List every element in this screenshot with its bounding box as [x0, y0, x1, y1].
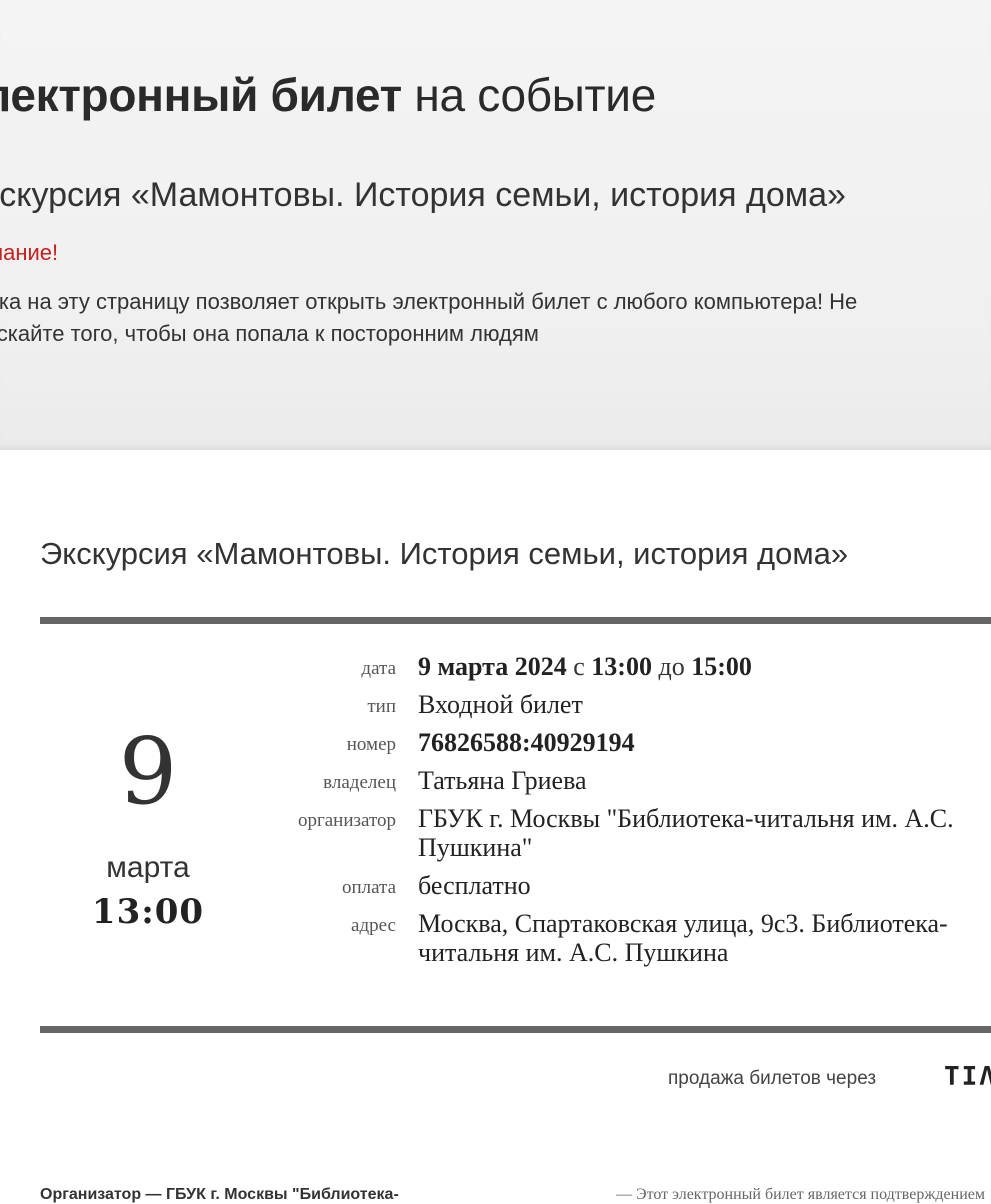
date-value: 9 марта 2024 с 13:00 до 15:00	[418, 652, 991, 681]
organizer-label: организатор	[297, 810, 396, 831]
ticket-event-title: Экскурсия «Мамонтовы. История семьи, ист…	[40, 536, 849, 571]
type-label: тип	[367, 696, 396, 717]
address-label: адрес	[351, 915, 396, 936]
date-value-to: до	[658, 652, 685, 681]
organizer-value: ГБУК г. Москвы "Библиотека-читальня им. …	[418, 804, 991, 862]
warning-text-line-2: ускайте того, чтобы она попала к посторо…	[0, 321, 539, 346]
sales-caption: продажа билетов через	[668, 1068, 877, 1089]
date-value-date: 9 марта 2024	[418, 652, 567, 681]
ticket-time: 13:00	[91, 892, 205, 932]
detail-row-date: дата 9 марта 2024 с 13:00 до 15:00	[260, 652, 991, 681]
ticket-day: 9	[118, 718, 178, 825]
date-value-end: 15:00	[691, 652, 752, 681]
ticketing-logo-link[interactable]: ΤΙΛ	[944, 1062, 991, 1092]
warning-text-line-1: лка на эту страницу позволяет открыть эл…	[0, 289, 858, 314]
address-value: Москва, Спартаковская улица, 9с3. Библио…	[418, 909, 991, 967]
ticket-details: дата 9 марта 2024 с 13:00 до 15:00 тип В…	[260, 652, 991, 976]
date-value-from: с	[573, 652, 585, 681]
detail-row-owner: владелец Татьяна Гриева	[260, 766, 991, 795]
date-value-start: 13:00	[591, 652, 652, 681]
ticket-top-divider	[40, 617, 991, 624]
hero-section: лектронный билет на событие кскурсия «Ма…	[0, 0, 991, 450]
page-title-bold: лектронный билет	[0, 69, 402, 121]
ticket-bottom-divider	[40, 1026, 991, 1033]
payment-value: бесплатно	[418, 871, 531, 900]
page-title-rest: на событие	[414, 69, 656, 121]
warning-text: лка на эту страницу позволяет открыть эл…	[0, 286, 991, 350]
detail-row-payment: оплата бесплатно	[260, 871, 991, 900]
hero-event-name: кскурсия «Мамонтовы. История семьи, исто…	[0, 176, 846, 214]
detail-row-address: адрес Москва, Спартаковская улица, 9с3. …	[260, 909, 991, 967]
date-label: дата	[361, 658, 396, 679]
detail-row-number: номер 76826588:40929194	[260, 728, 991, 757]
address-line-1: Москва, Спартаковская улица, 9с3. Библио…	[418, 909, 948, 938]
ticket-number: 76826588:40929194	[418, 728, 635, 757]
address-line-2: читальня им. А.С. Пушкина	[418, 938, 729, 967]
owner-value: Татьяна Гриева	[418, 766, 587, 795]
warning-heading: мание!	[0, 240, 59, 265]
organizer-line-1: ГБУК г. Москвы "Библиотека-читальня им. …	[418, 804, 954, 833]
organizer-line-2: Пушкина"	[418, 833, 533, 862]
footer-organizer-text: Организатор — ГБУК г. Москвы "Библиотека…	[40, 1186, 399, 1203]
number-value: 76826588:40929194	[418, 728, 991, 757]
footer-disclaimer-text: — Этот электронный билет является подтве…	[616, 1186, 985, 1203]
detail-row-type: тип Входной билет	[260, 690, 991, 719]
type-value: Входной билет	[418, 690, 583, 719]
payment-label: оплата	[341, 877, 396, 898]
ticket-month: марта	[106, 851, 190, 884]
page-title: лектронный билет на событие	[0, 68, 656, 122]
owner-label: владелец	[323, 772, 396, 793]
detail-row-organizer: организатор ГБУК г. Москвы "Библиотека-ч…	[260, 804, 991, 862]
number-label: номер	[346, 734, 396, 755]
